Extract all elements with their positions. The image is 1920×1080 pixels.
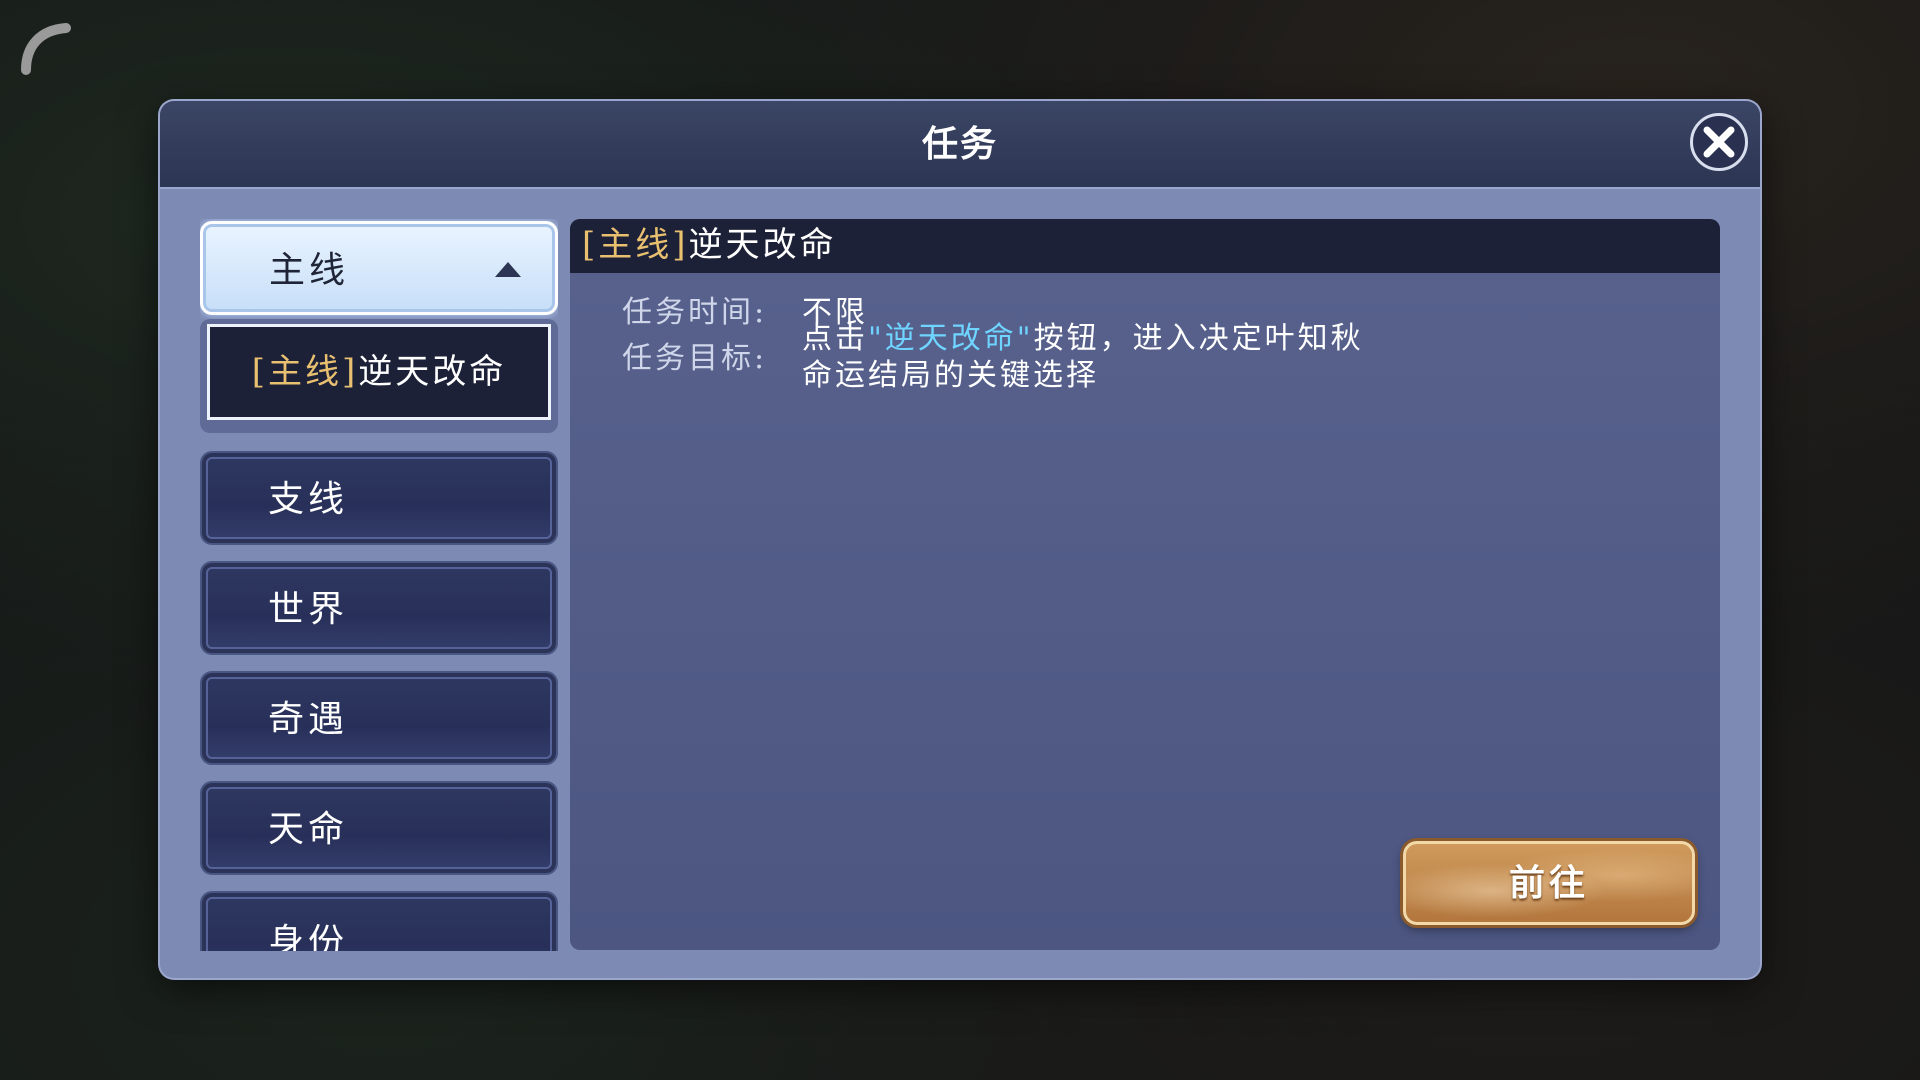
task-title-prefix: [主线] <box>582 225 689 265</box>
task-goal-line2: 命运结局的关键选择 <box>802 358 1099 393</box>
go-button-label: 前往 <box>1508 862 1589 904</box>
category-world[interactable]: 世界 <box>200 561 558 655</box>
task-title-name: 逆天改命 <box>688 225 837 265</box>
subtask-name: 逆天改命 <box>358 352 507 392</box>
task-detail-header: [主线]逆天改命 <box>570 219 1720 273</box>
close-icon <box>1703 126 1735 158</box>
task-detail-title: [主线]逆天改命 <box>582 219 837 271</box>
category-identity-label: 身份 <box>268 922 349 951</box>
task-time-label: 任务时间: <box>622 295 768 330</box>
close-button[interactable] <box>1690 113 1748 171</box>
go-button[interactable]: 前往 <box>1403 841 1695 925</box>
category-sidebar: 主线 [主线]逆天改命 支线 世界 奇遇 天命 身份 <box>200 219 558 951</box>
subtask-item-active[interactable]: [主线]逆天改命 <box>207 324 551 420</box>
task-goal-label: 任务目标: <box>622 341 768 376</box>
category-main-label: 主线 <box>269 250 350 291</box>
category-side[interactable]: 支线 <box>200 451 558 545</box>
category-encounter-label: 奇遇 <box>268 699 349 740</box>
back-hook-icon[interactable] <box>18 16 78 76</box>
category-identity[interactable]: 身份 <box>200 891 558 951</box>
caret-up-icon <box>495 262 521 277</box>
category-world-label: 世界 <box>268 589 349 630</box>
subtask-item-label: [主线]逆天改命 <box>210 327 548 417</box>
category-main[interactable]: 主线 <box>200 221 558 315</box>
dialog-title: 任务 <box>921 123 998 165</box>
category-encounter[interactable]: 奇遇 <box>200 671 558 765</box>
category-destiny[interactable]: 天命 <box>200 781 558 875</box>
main-subtask-list: [主线]逆天改命 <box>200 319 558 433</box>
category-destiny-label: 天命 <box>268 809 349 850</box>
category-side-label: 支线 <box>268 479 349 520</box>
subtask-prefix: [主线] <box>251 352 359 392</box>
